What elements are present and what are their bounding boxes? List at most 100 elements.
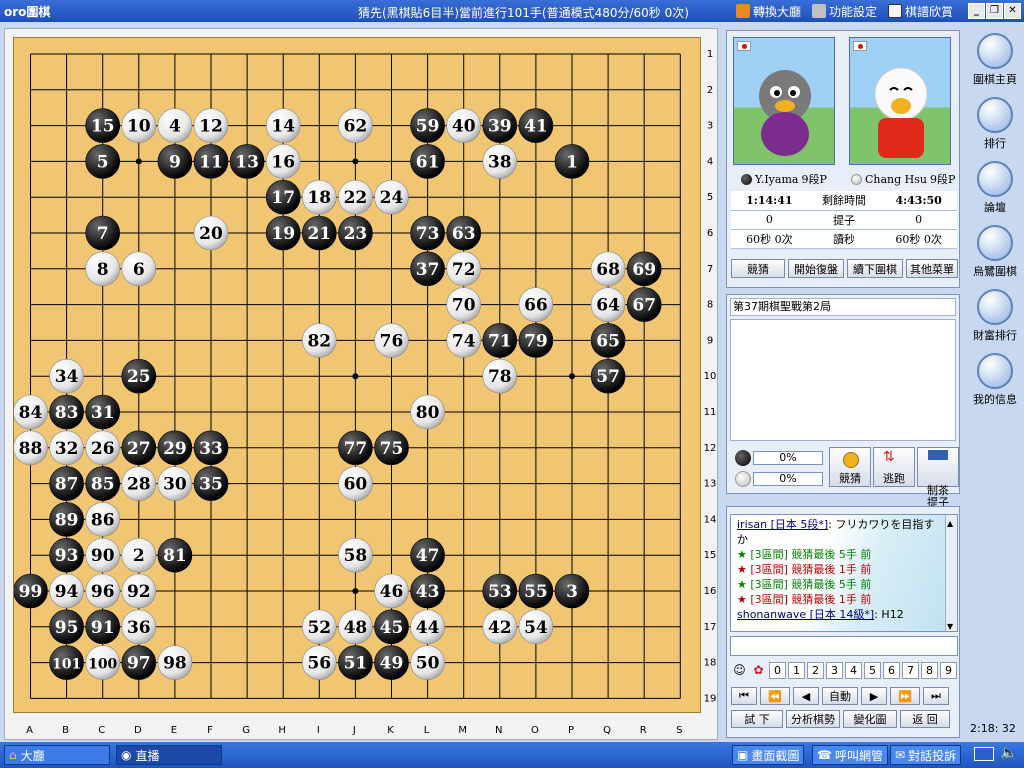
settings-button[interactable]: 功能設定: [812, 3, 877, 19]
number-button-2[interactable]: 2: [807, 661, 824, 679]
coin-icon: [843, 452, 859, 468]
escape-button[interactable]: ⇅ 逃跑: [873, 447, 915, 487]
capture-button[interactable]: 制茶 提子: [917, 447, 959, 509]
move-number: 34: [55, 367, 79, 387]
bet-button[interactable]: 競猜: [731, 259, 785, 278]
number-button-7[interactable]: 7: [902, 661, 919, 679]
move-number: 88: [19, 439, 43, 459]
number-button-1[interactable]: 1: [788, 661, 805, 679]
number-button-0[interactable]: 0: [769, 661, 786, 679]
call-admin-button[interactable]: ☎ 呼叫網管: [812, 745, 888, 765]
forward-ten-button[interactable]: ⏩: [890, 687, 920, 705]
column-label: H: [278, 725, 286, 736]
move-number: 69: [632, 260, 656, 280]
kifu-button[interactable]: 棋譜欣賞: [888, 3, 953, 19]
first-move-button[interactable]: ⏮: [731, 687, 757, 705]
chat-scrollbar[interactable]: ▲ ▼: [945, 515, 957, 631]
move-number: 6: [133, 260, 145, 280]
move-number: 3: [566, 582, 578, 602]
sidebar-item-wealth[interactable]: 財富排行: [966, 286, 1024, 350]
move-number: 37: [416, 260, 440, 280]
star-point: [569, 373, 575, 380]
sidebar-label-go: 烏鷺圍棋: [973, 265, 1017, 278]
sidebar-item-ranking[interactable]: 排行: [966, 94, 1024, 158]
settings-label: 功能設定: [829, 4, 878, 19]
number-button-6[interactable]: 6: [883, 661, 900, 679]
app-logo: oro圍棋: [4, 5, 51, 19]
chat-user-link[interactable]: irisan [日本 5段*]: [737, 518, 828, 531]
start-review-button[interactable]: 開始復盤: [788, 259, 844, 278]
scroll-up-icon[interactable]: ▲: [947, 516, 953, 531]
auto-play-button[interactable]: 自動: [822, 687, 858, 705]
task-lobby[interactable]: ⌂ 大廳: [4, 745, 110, 765]
board-area: A B C D E F G H I J K L M N O P Q R S 1 2 3 4 5 6 7 8 9 10 11 12 13 14 15…: [4, 28, 718, 740]
sidebar-item-home[interactable]: 圍棋主頁: [966, 30, 1024, 94]
task-broadcast[interactable]: ◉ 直播: [116, 745, 222, 765]
row-label: 12: [704, 443, 717, 454]
scroll-down-icon[interactable]: ▼: [947, 619, 953, 631]
analyze-button[interactable]: 分析棋勢: [786, 710, 840, 728]
variation-button[interactable]: 變化圖: [843, 710, 897, 728]
speaker-icon[interactable]: 🔈: [1000, 745, 1017, 761]
next-move-button[interactable]: ▶: [861, 687, 887, 705]
lobby-button[interactable]: 轉換大廳: [736, 3, 801, 19]
white-player-name: Chang Hsu 9段P: [851, 171, 955, 187]
restore-button[interactable]: ❐: [986, 3, 1003, 19]
report-button[interactable]: ✉ 對話投訴: [890, 745, 962, 765]
try-move-button[interactable]: 試 下: [731, 710, 783, 728]
number-button-8[interactable]: 8: [921, 661, 938, 679]
move-number: 50: [416, 654, 440, 674]
escape-label: 逃跑: [883, 472, 905, 485]
report-label: 對話投訴: [908, 748, 957, 763]
minimize-button[interactable]: _: [968, 3, 985, 19]
chat-box[interactable]: irisan [日本 5段*]: フリカワりを目指すか ★ [3區間] 競猜最後 …: [730, 514, 958, 632]
chat-user-link[interactable]: shonanwave [日本 14級*]: [737, 608, 874, 621]
move-number: 46: [380, 582, 404, 602]
continue-game-button[interactable]: 續下圍棋: [847, 259, 903, 278]
message-icon: [977, 353, 1013, 389]
house-icon: ⌂: [9, 748, 17, 762]
move-number: 56: [307, 654, 331, 674]
white-byoyomi: 60秒 0次: [880, 229, 957, 249]
star-point: [352, 373, 359, 380]
column-label: I: [317, 725, 320, 736]
screenshot-button[interactable]: ▣ 畫面截圖: [732, 745, 805, 765]
move-number: 8: [97, 260, 109, 280]
number-button-9[interactable]: 9: [940, 661, 957, 679]
move-number: 97: [127, 654, 151, 674]
sidebar-item-go[interactable]: 烏鷺圍棋: [966, 222, 1024, 286]
return-button[interactable]: 返 回: [900, 710, 950, 728]
number-button-3[interactable]: 3: [826, 661, 843, 679]
task-lobby-label: 大廳: [20, 748, 45, 763]
chat-input[interactable]: [730, 636, 958, 656]
move-number: 44: [416, 618, 440, 638]
column-label: M: [458, 725, 467, 736]
move-number: 53: [488, 582, 512, 602]
back-ten-button[interactable]: ⏪: [760, 687, 790, 705]
sidebar-item-forum[interactable]: 論壇: [966, 158, 1024, 222]
last-move-button[interactable]: ⏭: [923, 687, 949, 705]
prev-move-button[interactable]: ◀: [793, 687, 819, 705]
sidebar-label-messages: 我的信息: [973, 393, 1017, 406]
chat-lines: irisan [日本 5段*]: フリカワりを目指すか ★ [3區間] 競猜最後 …: [731, 515, 941, 622]
sidebar-item-messages[interactable]: 我的信息: [966, 350, 1024, 414]
number-button-4[interactable]: 4: [845, 661, 862, 679]
move-number: 35: [199, 475, 223, 495]
move-number: 10: [127, 117, 151, 137]
row-label: 11: [704, 407, 717, 418]
number-row: ☺ ✿ 0 1 2 3 4 5 6 7 8 9: [731, 660, 959, 680]
other-menu-button[interactable]: 其他菜單: [906, 259, 958, 278]
row-label: 4: [707, 156, 713, 167]
smile-icon[interactable]: ☺: [731, 663, 748, 677]
move-number: 9: [169, 152, 181, 172]
predict-button[interactable]: 競猜: [829, 447, 871, 487]
number-button-5[interactable]: 5: [864, 661, 881, 679]
close-button[interactable]: ✕: [1004, 3, 1021, 19]
black-player-avatar: [733, 37, 835, 165]
monitor-icon[interactable]: [974, 747, 994, 761]
flower-icon[interactable]: ✿: [750, 663, 767, 677]
move-number: 12: [199, 117, 223, 137]
column-label: A: [26, 725, 33, 736]
board-grid[interactable]: 1234567891011121314151617 181920 212223242…: [14, 38, 702, 714]
go-board[interactable]: 1 2 3 4 5 6 7 8 9 10 11 12 13 14 15 16 17 18 19 20 21 22 23 24 2…: [13, 37, 701, 713]
